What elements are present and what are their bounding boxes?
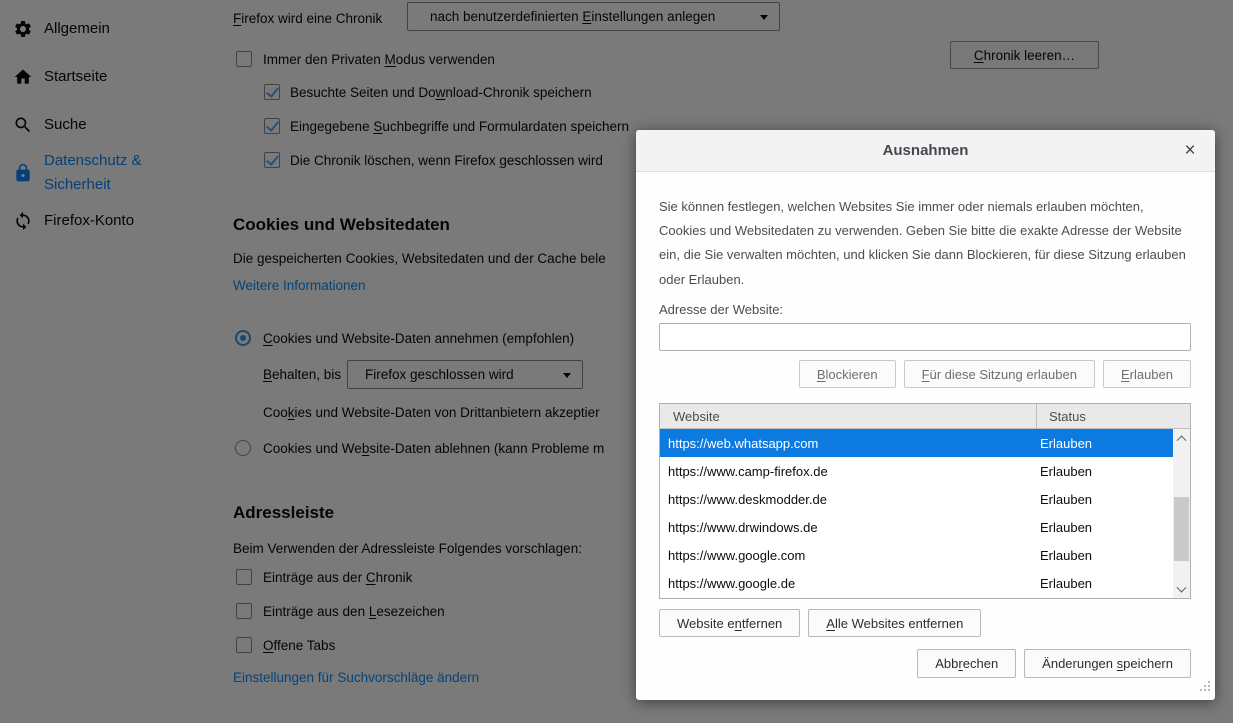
table-row[interactable]: https://web.whatsapp.com Erlauben xyxy=(660,429,1190,457)
table-scrollbar[interactable] xyxy=(1173,429,1190,598)
table-row[interactable]: https://www.google.com Erlauben xyxy=(660,541,1190,569)
footer-buttons-row: Abbrechen Änderungen speichern xyxy=(917,649,1191,678)
remove-all-websites-button[interactable]: Alle Websites entfernen xyxy=(808,609,981,637)
exceptions-dialog: Ausnahmen × Sie können festlegen, welche… xyxy=(636,130,1215,700)
dialog-header: Ausnahmen × xyxy=(636,130,1215,172)
resize-grip-icon[interactable] xyxy=(1199,680,1211,695)
table-row[interactable]: https://www.deskmodder.de Erlauben xyxy=(660,485,1190,513)
dialog-title: Ausnahmen xyxy=(883,142,969,159)
website-column-header[interactable]: Website xyxy=(660,404,1036,428)
save-changes-button[interactable]: Änderungen speichern xyxy=(1024,649,1191,678)
remove-buttons-row: Website entfernen Alle Websites entferne… xyxy=(659,609,981,637)
block-button[interactable]: Blockieren xyxy=(799,360,896,388)
allow-session-button[interactable]: Für diese Sitzung erlauben xyxy=(904,360,1095,388)
table-header: Website Status xyxy=(660,404,1190,429)
scrollbar-thumb[interactable] xyxy=(1174,497,1189,561)
remove-website-button[interactable]: Website entfernen xyxy=(659,609,800,637)
table-row[interactable]: https://www.google.de Erlauben xyxy=(660,569,1190,597)
table-row[interactable]: https://www.camp-firefox.de Erlauben xyxy=(660,457,1190,485)
scroll-up-icon[interactable] xyxy=(1173,429,1190,445)
action-buttons-row: Blockieren Für diese Sitzung erlauben Er… xyxy=(799,360,1191,388)
allow-button[interactable]: Erlauben xyxy=(1103,360,1191,388)
address-label: Adresse der Website: xyxy=(659,302,783,317)
close-icon[interactable]: × xyxy=(1171,130,1209,172)
cancel-button[interactable]: Abbrechen xyxy=(917,649,1016,678)
address-input[interactable] xyxy=(659,323,1191,351)
scroll-down-icon[interactable] xyxy=(1173,582,1190,598)
dialog-description: Sie können festlegen, welchen Websites S… xyxy=(659,195,1195,292)
table-row[interactable]: https://www.drwindows.de Erlauben xyxy=(660,513,1190,541)
exceptions-table: Website Status https://web.whatsapp.com … xyxy=(659,403,1191,599)
status-column-header[interactable]: Status xyxy=(1036,404,1190,428)
